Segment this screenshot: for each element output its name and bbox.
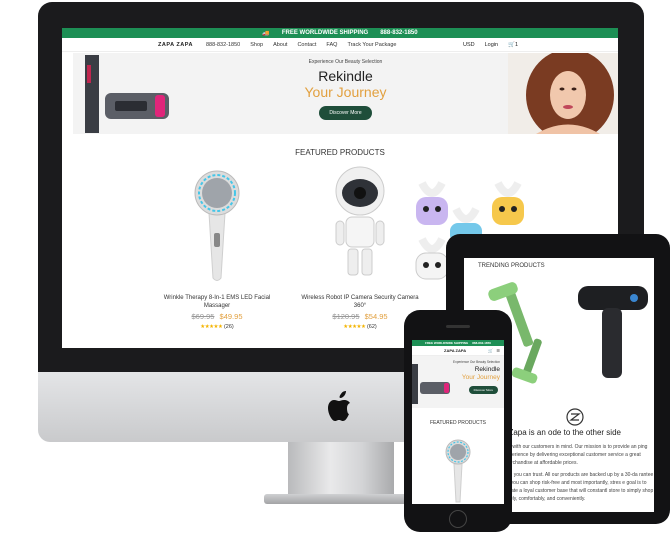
iphone-device: FREE WORLDWIDE SHIPPING 888-832-1850 ZAP… — [404, 310, 512, 532]
trending-products-title: TRENDING PRODUCTS — [478, 263, 545, 269]
brand-z-icon — [566, 408, 584, 426]
truck-icon: 🚚 — [262, 30, 270, 37]
nav-shop[interactable]: Shop — [250, 42, 263, 48]
apple-logo-icon — [328, 391, 350, 421]
shipping-text: FREE WORLDWIDE SHIPPING — [281, 30, 369, 36]
old-price: $69.95 — [191, 312, 215, 322]
nav-track[interactable]: Track Your Package — [347, 42, 396, 48]
mobile-nav: ZAPA ZAPA 🛒 ☰ — [412, 346, 504, 356]
main-nav: ZAPA ZAPA 888-832-1850 Shop About Contac… — [62, 38, 618, 52]
imac-stand — [288, 442, 394, 498]
product-name[interactable]: Wireless Robot IP Camera Security Camera… — [300, 294, 420, 310]
hero-accent-title: Your Journey — [461, 374, 500, 381]
nav-phone[interactable]: 888-832-1850 — [206, 42, 240, 48]
speaker-grille — [446, 325, 470, 328]
rating-stars: ★★★★★ — [343, 324, 366, 331]
about-title: aZapa is an ode to the other side — [504, 428, 621, 437]
robot-camera-image — [335, 166, 385, 276]
featured-products-title: FEATURED PRODUCTS — [429, 420, 487, 426]
rating-stars: ★★★★★ — [200, 324, 223, 331]
rating: ★★★★★ (26) — [157, 324, 277, 330]
product-card[interactable]: Wireless Robot IP Camera Security Camera… — [300, 163, 420, 330]
featured-products-title: FEATURED PRODUCTS — [295, 148, 385, 157]
model-portrait-image — [508, 53, 618, 134]
currency-select[interactable]: USD — [463, 42, 475, 48]
imac-stand-base — [264, 494, 418, 504]
facial-massager-image — [194, 170, 240, 281]
rating: ★★★★★ (62) — [300, 324, 420, 330]
nav-contact[interactable]: Contact — [297, 42, 316, 48]
hero-title: Rekindle — [474, 366, 500, 373]
login-link[interactable]: Login — [485, 42, 498, 48]
shipping-text: FREE WORLDWIDE SHIPPING — [425, 341, 469, 345]
nav-faq[interactable]: FAQ — [326, 42, 337, 48]
phone-screen: FREE WORLDWIDE SHIPPING 888-832-1850 ZAP… — [412, 340, 504, 504]
about-paragraph: and you can trust. All our products are … — [504, 472, 654, 502]
cart-icon[interactable]: 🛒1 — [508, 42, 518, 48]
about-text: ted with our customers in mind. Our miss… — [504, 443, 654, 507]
sale-price: $54.95 — [364, 312, 388, 322]
cart-count: 1 — [514, 41, 518, 48]
about-paragraph: ted with our customers in mind. Our miss… — [504, 444, 648, 466]
review-count: (26) — [223, 324, 234, 331]
review-count: (62) — [366, 324, 377, 331]
hero-subtitle: Experience Our Beauty Selection — [453, 360, 500, 364]
cart-icon[interactable]: 🛒 — [488, 348, 493, 353]
sale-price: $49.95 — [219, 312, 243, 322]
product-name[interactable]: Wrinkle Therapy 8-In-1 EMS LED Facial Ma… — [157, 294, 277, 310]
product-card[interactable]: Wrinkle Therapy 8-In-1 EMS LED Facial Ma… — [157, 163, 277, 330]
discover-more-button[interactable]: Discover More — [319, 106, 372, 120]
old-price: $120.95 — [332, 312, 360, 322]
nav-about[interactable]: About — [273, 42, 287, 48]
home-button[interactable] — [449, 510, 467, 528]
facial-massager-image — [445, 439, 471, 503]
phone-text[interactable]: 888-832-1850 — [380, 30, 417, 36]
brand-logo[interactable]: ZAPA ZAPA — [158, 42, 193, 48]
price-row: $69.95 $49.95 — [157, 312, 277, 321]
massage-gun-image — [578, 286, 648, 378]
brand-logo[interactable]: ZAPA ZAPA — [444, 348, 466, 353]
menu-icon[interactable]: ☰ — [496, 348, 500, 353]
discover-more-button[interactable]: Discover More — [468, 386, 498, 394]
hair-curler-image — [412, 364, 450, 404]
phone-text[interactable]: 888-832-1850 — [472, 341, 491, 345]
nav-right: USD Login 🛒1 — [463, 42, 518, 48]
hero-banner: Experience Our Beauty Selection Rekindle… — [412, 356, 504, 408]
hero-banner: Experience Our Beauty Selection Rekindle… — [73, 53, 618, 134]
shipping-bar: 🚚 FREE WORLDWIDE SHIPPING 888-832-1850 — [62, 28, 618, 38]
price-row: $120.95 $54.95 — [300, 312, 420, 321]
